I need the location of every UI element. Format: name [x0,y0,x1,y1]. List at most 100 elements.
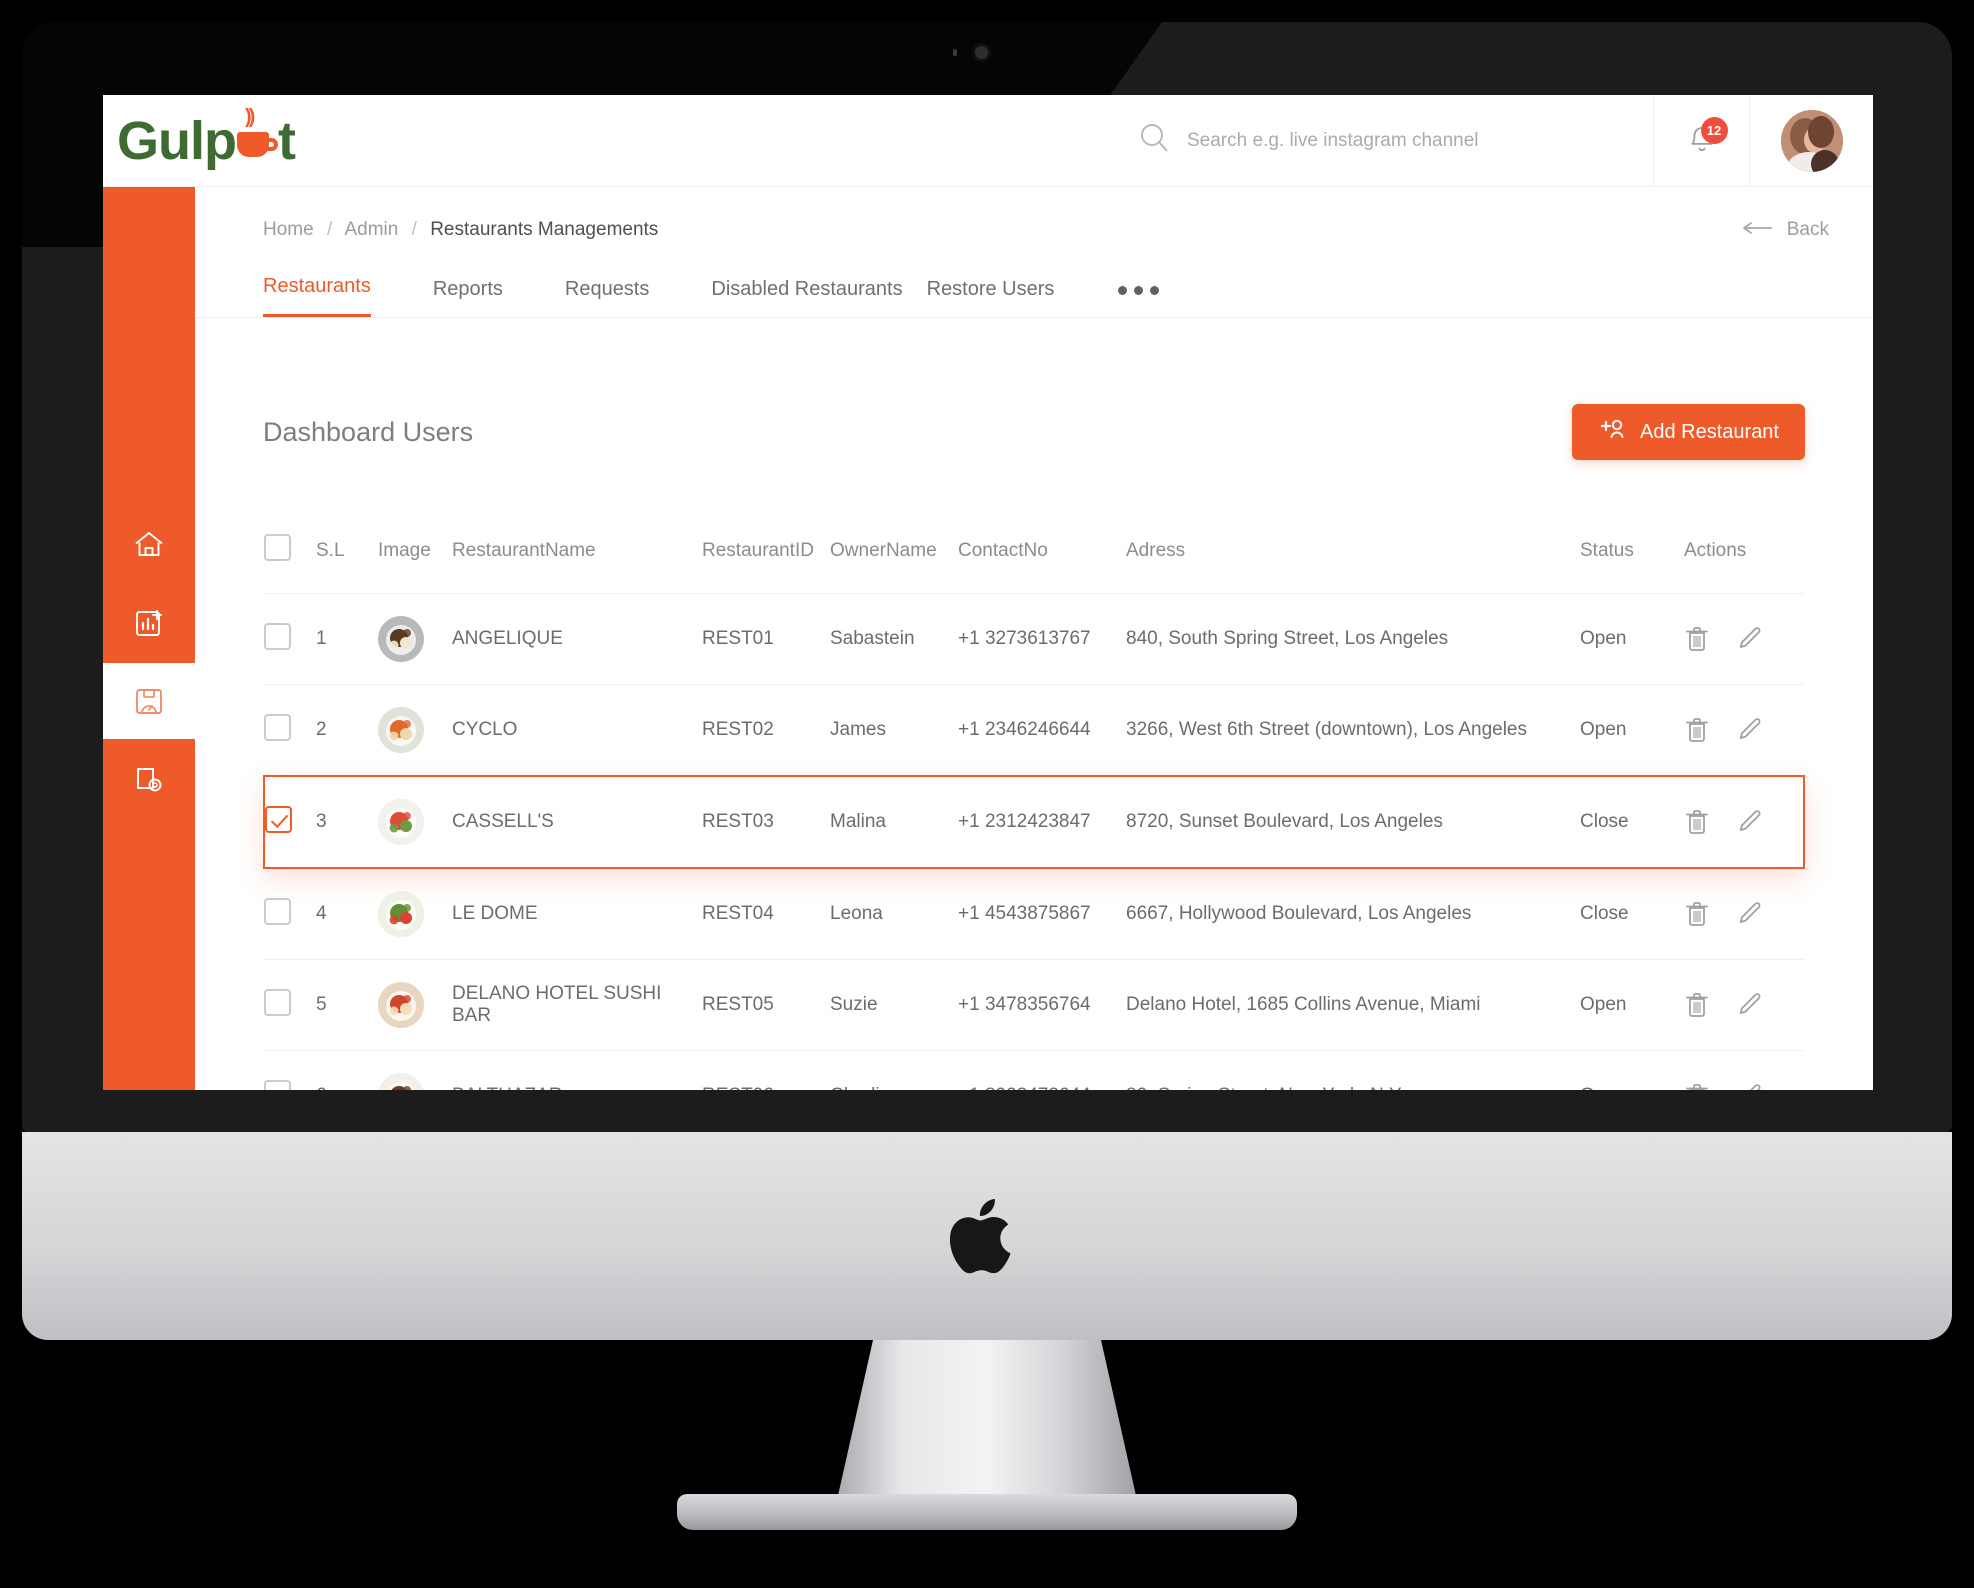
cell-image [378,775,452,869]
webcam-indicator [953,49,957,56]
table-row[interactable]: 2 CYCLO REST02 James +1 2346246644 3266,… [264,684,1804,776]
sidebar-item-restaurants[interactable] [103,663,195,739]
cell-actions [1684,684,1804,776]
breadcrumb-item-home[interactable]: Home [263,219,314,240]
page-title: Dashboard Users [263,416,474,447]
cell-contact-no: +1 3273613767 [958,593,1126,685]
coffee-cup-icon: )) [236,107,278,159]
back-button[interactable]: Back [1741,219,1829,241]
trash-icon[interactable] [1684,900,1710,928]
monitor-stand-foot [677,1494,1297,1530]
column-header-restaurant-name: RestaurantName [452,539,596,561]
restaurant-thumbnail [378,982,424,1028]
cell-contact-no: +1 8923473644 [958,1050,1126,1090]
cell-status: Open [1580,959,1684,1051]
trash-icon[interactable] [1684,625,1710,653]
cell-address: Delano Hotel, 1685 Collins Avenue, Miami [1126,959,1580,1051]
table-row[interactable]: 1 ANGELIQUE REST01 Sabastein +1 32736137… [264,593,1804,685]
notifications-button[interactable]: 12 [1653,95,1749,186]
select-all-checkbox[interactable] [264,534,291,561]
cell-sl: 1 [316,593,378,685]
table-row[interactable]: 3 CASSELL'S REST03 Malina +1 2312423847 … [263,775,1805,869]
save-dashboard-icon [132,684,166,718]
cell-restaurant-name: DELANO HOTEL SUSHI BAR [452,959,702,1051]
breadcrumb-item-admin[interactable]: Admin [344,219,398,240]
table-row[interactable]: 6 BALTHAZAR REST06 Charlie +1 8923473644… [264,1050,1804,1090]
add-restaurant-button[interactable]: Add Restaurant [1572,404,1805,460]
cell-owner-name: Charlie [830,1050,958,1090]
table-row[interactable]: 5 DELANO HOTEL SUSHI BAR REST05 Suzie +1… [264,959,1804,1051]
tab-disabled-restaurants[interactable]: Disabled Restaurants [711,278,902,317]
cell-sl: 4 [316,903,327,924]
sidebar-item-settings[interactable] [103,741,195,817]
cell-restaurant-name: LE DOME [452,903,538,924]
breadcrumb-separator: / [326,219,333,240]
cell-actions [1684,959,1804,1051]
cell-restaurant-name: CYCLO [452,684,702,776]
row-select-cell [264,684,316,776]
row-select-cell [264,959,316,1051]
row-checkbox[interactable] [264,713,291,741]
cell-contact-no: +1 2312423847 [958,775,1126,869]
cell-restaurant-id: REST02 [702,684,830,776]
sidebar-item-reports[interactable] [103,585,195,661]
tab-restaurants[interactable]: Restaurants [263,275,371,317]
row-checkbox[interactable] [264,897,291,925]
column-header-address: Adress [1126,539,1186,561]
tab-restore-users[interactable]: Restore Users [927,278,1055,317]
restaurant-thumbnail [378,616,424,662]
column-header-sl: S.L [316,539,345,561]
logo-text: Gulp )) t [117,107,296,168]
cell-contact-no: +1 3478356764 [958,959,1126,1051]
row-select-cell [264,593,316,685]
home-icon [132,528,166,562]
pencil-icon[interactable] [1736,991,1762,1019]
breadcrumb-separator: / [411,219,417,240]
restaurant-thumbnail [378,707,424,753]
tab-requests[interactable]: Requests [565,278,650,317]
webcam-icon [975,46,988,59]
cell-restaurant-id: REST03 [702,775,830,869]
row-checkbox[interactable] [265,805,292,833]
column-header-image: Image [378,539,431,561]
table-row[interactable]: 4 LE DOME REST04 Leona +1 4543875867 666… [264,868,1804,960]
select-all-cell [264,534,316,594]
table-body: 1 ANGELIQUE REST01 Sabastein +1 32736137… [263,593,1805,1090]
search-input[interactable] [1187,129,1607,152]
monitor-stand-neck [837,1340,1137,1500]
tab-reports[interactable]: Reports [433,278,503,317]
column-header-status: Status [1580,539,1634,561]
row-checkbox[interactable] [264,988,291,1016]
pencil-icon[interactable] [1736,625,1762,653]
brand-logo[interactable]: Gulp )) t [103,95,423,186]
breadcrumb-item-current: Restaurants Managements [430,219,659,240]
app-window: Gulp )) t Search e.g. live instagram cha… [103,95,1873,1090]
row-checkbox[interactable] [264,622,291,650]
cell-status: Open [1580,1050,1684,1090]
search-icon [1137,121,1171,160]
trash-icon[interactable] [1684,1082,1710,1090]
trash-icon[interactable] [1684,991,1710,1019]
cell-restaurant-id: REST04 [702,903,774,924]
column-header-owner-name: OwnerName [830,539,937,561]
cell-restaurant-id: REST05 [702,959,830,1051]
add-restaurant-label: Add Restaurant [1640,420,1779,443]
row-checkbox[interactable] [264,1079,291,1090]
cell-image [378,1050,452,1090]
trash-icon[interactable] [1684,716,1710,744]
row-select-cell [263,775,316,869]
sidebar-item-home[interactable] [103,507,195,583]
column-header-contact-no: ContactNo [958,539,1048,561]
cell-owner-name: Leona [830,903,883,924]
ellipsis-icon[interactable] [1118,286,1160,317]
pencil-icon[interactable] [1736,808,1762,836]
document-gear-icon [132,762,166,796]
cell-owner-name: James [830,684,958,776]
trash-icon[interactable] [1684,808,1710,836]
user-menu[interactable] [1749,95,1873,186]
header-search-area [423,95,1653,186]
search-box[interactable] [1137,121,1607,160]
pencil-icon[interactable] [1736,1082,1762,1090]
pencil-icon[interactable] [1736,900,1762,928]
pencil-icon[interactable] [1736,716,1762,744]
